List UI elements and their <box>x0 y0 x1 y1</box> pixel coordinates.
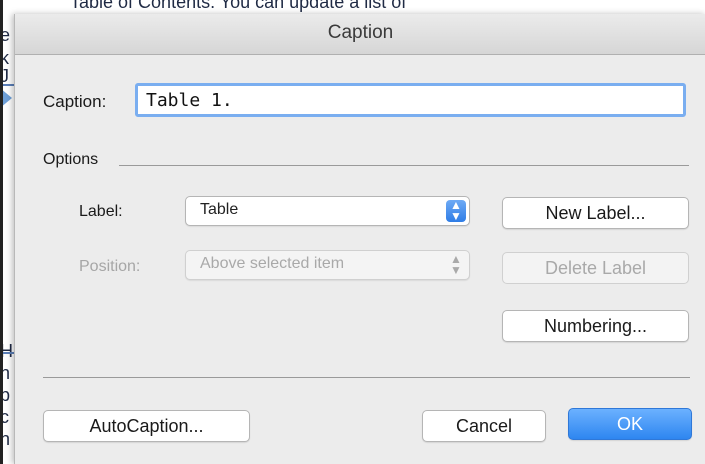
label-select[interactable]: Table ▲ ▼ <box>185 196 470 226</box>
label-field-label: Label: <box>79 203 123 220</box>
delete-label-button[interactable]: Delete Label <box>502 252 689 284</box>
cancel-button[interactable]: Cancel <box>422 410 546 442</box>
document-text-fragment: Table of Contents. You can update a list… <box>70 0 407 12</box>
position-select[interactable]: Above selected item ▲ ▼ <box>185 250 470 280</box>
position-select-value: Above selected item <box>200 255 345 272</box>
dialog-titlebar[interactable]: Caption <box>15 14 705 55</box>
new-label-button[interactable]: New Label... <box>502 197 689 229</box>
dialog-title: Caption <box>327 22 394 43</box>
caption-label: Caption: <box>43 92 107 111</box>
footer-divider <box>43 377 690 378</box>
ok-button[interactable]: OK <box>568 408 692 440</box>
options-heading: Options <box>43 151 99 168</box>
window-edge <box>0 0 3 464</box>
position-field-label: Position: <box>79 258 141 275</box>
numbering-button[interactable]: Numbering... <box>502 310 689 342</box>
updown-chevron-icon: ▲ ▼ <box>450 252 462 277</box>
autocaption-button[interactable]: AutoCaption... <box>43 410 250 442</box>
options-divider <box>119 165 689 166</box>
caption-input[interactable] <box>135 83 686 117</box>
updown-chevron-icon: ▲ ▼ <box>446 199 466 222</box>
caption-dialog: Caption Caption: Options Label: Table ▲▼… <box>14 14 705 464</box>
label-select-value: Table <box>200 201 239 218</box>
